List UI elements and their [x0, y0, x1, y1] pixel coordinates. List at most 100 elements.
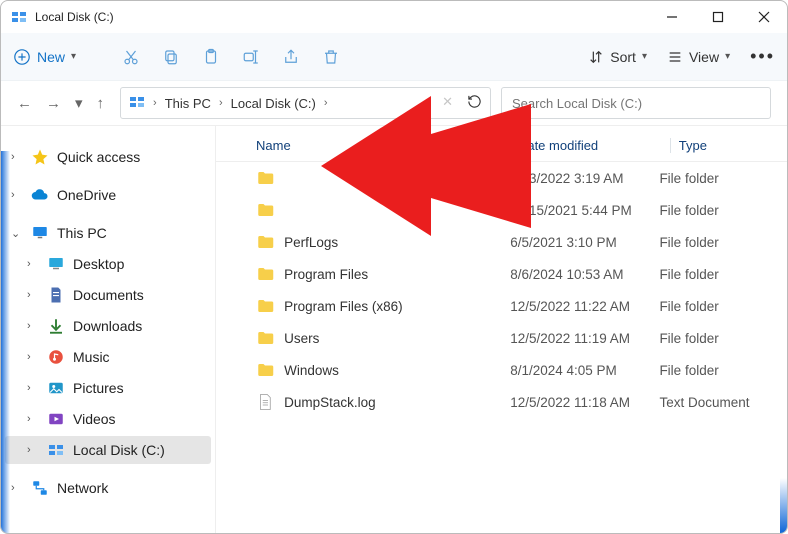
table-row[interactable]: Users12/5/2022 11:19 AMFile folder	[216, 322, 787, 354]
folder-icon	[256, 297, 274, 315]
downloads-icon	[47, 317, 65, 335]
sidebar-item-label: Local Disk (C:)	[73, 442, 165, 458]
column-headers: Name Date modified Type	[216, 126, 787, 162]
share-icon[interactable]	[280, 46, 302, 68]
recent-locations[interactable]: ▾	[75, 94, 83, 112]
file-date: 8/6/2024 10:53 AM	[510, 267, 659, 282]
chevron-right-icon[interactable]: ›	[27, 351, 39, 363]
breadcrumb-this-pc[interactable]: This PC	[165, 96, 211, 111]
file-type: File folder	[659, 299, 777, 314]
file-name: PerfLogs	[284, 235, 510, 250]
minimize-button[interactable]	[649, 1, 695, 33]
sidebar-item-label: Pictures	[73, 380, 124, 396]
explorer-window: Local Disk (C:) New ▾ Sort ▾	[0, 0, 788, 534]
table-row[interactable]: Windows8/1/2024 4:05 PMFile folder	[216, 354, 787, 386]
sidebar-item-this-pc[interactable]: ⌄ This PC	[5, 219, 211, 247]
table-row[interactable]: PerfLogs6/5/2021 3:10 PMFile folder	[216, 226, 787, 258]
chevron-right-icon[interactable]: ›	[27, 444, 39, 456]
nav-arrows: ← → ▾ ↑	[17, 94, 104, 112]
rename-icon[interactable]	[240, 46, 262, 68]
cut-icon[interactable]	[120, 46, 142, 68]
chevron-right-icon[interactable]: ›	[11, 482, 23, 494]
sidebar-item-music[interactable]: › Music	[5, 343, 211, 371]
delete-icon[interactable]	[320, 46, 342, 68]
file-type: Text Document	[659, 395, 777, 410]
chevron-right-icon: ›	[217, 97, 225, 109]
address-bar[interactable]: › This PC › Local Disk (C:) › ✕	[120, 87, 491, 119]
window-controls	[649, 1, 787, 33]
folder-icon	[256, 169, 274, 187]
table-row[interactable]: 10/15/2021 5:44 PMFile folder	[216, 194, 787, 226]
sidebar-item-label: Music	[73, 349, 110, 365]
file-type: File folder	[659, 331, 777, 346]
close-button[interactable]	[741, 1, 787, 33]
copy-icon[interactable]	[160, 46, 182, 68]
file-date: 6/5/2021 3:10 PM	[510, 235, 659, 250]
sidebar-item-network[interactable]: › Network	[5, 474, 211, 502]
sidebar-item-documents[interactable]: › Documents	[5, 281, 211, 309]
network-icon	[31, 479, 49, 497]
up-button[interactable]: ↑	[97, 95, 105, 112]
folder-icon	[256, 265, 274, 283]
music-icon	[47, 348, 65, 366]
chevron-right-icon[interactable]: ›	[11, 151, 23, 163]
sidebar-item-pictures[interactable]: › Pictures	[5, 374, 211, 402]
more-button[interactable]: •••	[750, 46, 775, 67]
file-date: 5/13/2022 3:19 AM	[510, 171, 659, 186]
chevron-right-icon[interactable]: ›	[27, 382, 39, 394]
sidebar-item-label: OneDrive	[57, 187, 116, 203]
maximize-button[interactable]	[695, 1, 741, 33]
file-date: 8/1/2024 4:05 PM	[510, 363, 659, 378]
search-box[interactable]	[501, 87, 771, 119]
folder-icon	[256, 201, 274, 219]
sidebar-item-label: Desktop	[73, 256, 124, 272]
drive-icon	[47, 441, 65, 459]
sidebar-item-local-disk[interactable]: › Local Disk (C:)	[5, 436, 211, 464]
desktop-icon	[47, 255, 65, 273]
sidebar-item-videos[interactable]: › Videos	[5, 405, 211, 433]
chevron-down-icon: ▾	[71, 51, 76, 62]
sidebar-item-desktop[interactable]: › Desktop	[5, 250, 211, 278]
sort-button[interactable]: Sort ▾	[588, 49, 647, 65]
table-row[interactable]: 5/13/2022 3:19 AMFile folder	[216, 162, 787, 194]
address-clear-icon[interactable]: ✕	[442, 94, 453, 112]
file-name: Program Files (x86)	[284, 299, 510, 314]
sort-button-label: Sort	[610, 49, 636, 65]
chevron-right-icon[interactable]: ›	[27, 320, 39, 332]
sidebar-item-label: Videos	[73, 411, 116, 427]
table-row[interactable]: Program Files (x86)12/5/2022 11:22 AMFil…	[216, 290, 787, 322]
file-list: Name Date modified Type 5/13/2022 3:19 A…	[216, 126, 787, 533]
star-icon	[31, 148, 49, 166]
sidebar-item-label: Documents	[73, 287, 144, 303]
sidebar-item-label: Downloads	[73, 318, 142, 334]
chevron-down-icon: ▾	[725, 51, 730, 62]
search-input[interactable]	[512, 96, 760, 111]
titlebar: Local Disk (C:)	[1, 1, 787, 33]
chevron-right-icon[interactable]: ›	[27, 289, 39, 301]
chevron-down-icon[interactable]: ⌄	[11, 227, 23, 240]
chevron-right-icon[interactable]: ›	[11, 189, 23, 201]
chevron-right-icon[interactable]: ›	[27, 413, 39, 425]
column-header-type[interactable]: Type	[670, 138, 777, 153]
new-button[interactable]: New ▾	[13, 48, 76, 66]
refresh-icon[interactable]	[467, 94, 482, 112]
column-header-date[interactable]: Date modified	[509, 138, 670, 153]
pictures-icon	[47, 379, 65, 397]
sidebar-item-label: This PC	[57, 225, 107, 241]
table-row[interactable]: DumpStack.log12/5/2022 11:18 AMText Docu…	[216, 386, 787, 418]
file-type: File folder	[659, 267, 777, 282]
column-header-name[interactable]: Name	[256, 138, 509, 153]
sidebar-item-downloads[interactable]: › Downloads	[5, 312, 211, 340]
file-date: 12/5/2022 11:18 AM	[510, 395, 659, 410]
sidebar-item-quick-access[interactable]: › Quick access	[5, 143, 211, 171]
file-type: File folder	[659, 235, 777, 250]
forward-button[interactable]: →	[46, 95, 61, 112]
table-row[interactable]: Program Files8/6/2024 10:53 AMFile folde…	[216, 258, 787, 290]
paste-icon[interactable]	[200, 46, 222, 68]
back-button[interactable]: ←	[17, 95, 32, 112]
file-date: 10/15/2021 5:44 PM	[510, 203, 659, 218]
breadcrumb-local-disk[interactable]: Local Disk (C:)	[231, 96, 316, 111]
chevron-right-icon[interactable]: ›	[27, 258, 39, 270]
sidebar-item-onedrive[interactable]: › OneDrive	[5, 181, 211, 209]
view-button[interactable]: View ▾	[667, 49, 730, 65]
